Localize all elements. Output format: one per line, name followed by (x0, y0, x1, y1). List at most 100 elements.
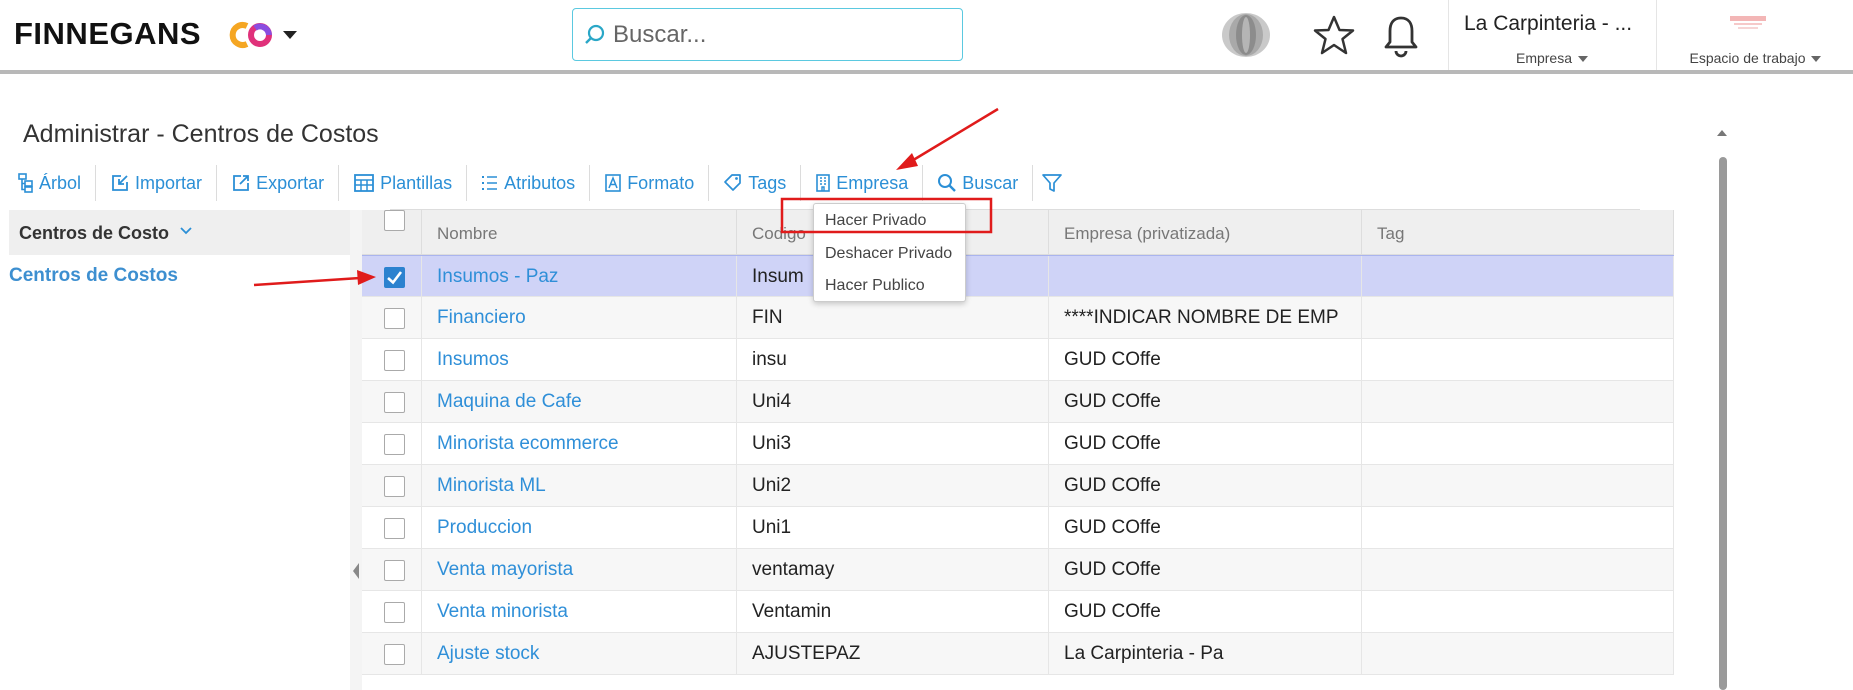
caret-down-icon (1578, 56, 1589, 63)
row-checkbox-cell (362, 339, 422, 381)
row-checkbox[interactable] (384, 267, 405, 288)
logo-dropdown-icon[interactable] (283, 31, 297, 39)
cell-nombre[interactable]: Venta mayorista (422, 549, 737, 591)
table-row[interactable]: Insumos insu GUD COffe (362, 339, 1674, 381)
toolbar-tags-button[interactable]: Tags (709, 165, 802, 201)
row-checkbox[interactable] (384, 476, 405, 497)
table-row[interactable]: Minorista ML Uni2 GUD COffe (362, 465, 1674, 507)
table-row[interactable]: Produccion Uni1 GUD COffe (362, 507, 1674, 549)
cell-nombre[interactable]: Minorista ML (422, 465, 737, 507)
company-name: La Carpinteria - ... (1464, 12, 1633, 35)
workspace-selector[interactable]: Espacio de trabajo (1658, 0, 1853, 70)
cell-empresa: GUD COffe (1049, 381, 1362, 423)
menu-item-hacer-privado[interactable]: Hacer Privado (825, 212, 926, 230)
toolbar-exportar-button[interactable]: Exportar (217, 165, 340, 201)
cell-empresa (1049, 256, 1362, 298)
cell-tag (1362, 297, 1674, 339)
row-checkbox[interactable] (384, 560, 405, 581)
list-icon (482, 176, 498, 190)
column-header-tag[interactable]: Tag (1362, 210, 1674, 255)
toolbar-empresa-button[interactable]: Empresa (801, 165, 924, 201)
tree-header[interactable]: Centros de Costo (9, 210, 364, 255)
row-checkbox[interactable] (384, 602, 405, 623)
empresa-dropdown-menu: Hacer Privado Deshacer Privado Hacer Pub… (813, 203, 966, 302)
cell-empresa: GUD COffe (1049, 423, 1362, 465)
collapse-arrow-icon[interactable] (353, 563, 359, 579)
toolbar-importar-button[interactable]: Importar (96, 165, 218, 201)
cell-nombre[interactable]: Financiero (422, 297, 737, 339)
cell-codigo: Uni1 (737, 507, 1049, 549)
menu-item-deshacer-privado[interactable]: Deshacer Privado (825, 245, 952, 263)
cell-codigo: AJUSTEPAZ (737, 633, 1049, 675)
row-checkbox-cell (362, 297, 422, 339)
toolbar-atributos-button[interactable]: Atributos (467, 165, 591, 201)
cell-nombre[interactable]: Insumos (422, 339, 737, 381)
cell-nombre[interactable]: Insumos - Paz (422, 256, 737, 298)
search-icon (938, 174, 957, 192)
cell-codigo: ventamay (737, 549, 1049, 591)
filter-icon (1042, 174, 1063, 192)
row-checkbox-cell (362, 423, 422, 465)
cell-tag (1362, 591, 1674, 633)
row-checkbox[interactable] (384, 518, 405, 539)
toolbar-plantillas-button[interactable]: Plantillas (339, 165, 468, 201)
cell-empresa: GUD COffe (1049, 339, 1362, 381)
cell-nombre[interactable]: Venta minorista (422, 591, 737, 633)
row-checkbox[interactable] (384, 392, 405, 413)
table-row[interactable]: Maquina de Cafe Uni4 GUD COffe (362, 381, 1674, 423)
cell-codigo: Uni4 (737, 381, 1049, 423)
cell-tag (1362, 423, 1674, 465)
toolbar-buscar-button[interactable]: Buscar (923, 165, 1034, 201)
cell-empresa: ****INDICAR NOMBRE DE EMP (1049, 297, 1362, 339)
table-row[interactable]: Minorista ecommerce Uni3 GUD COffe (362, 423, 1674, 465)
row-checkbox[interactable] (384, 350, 405, 371)
cell-codigo: Ventamin (737, 591, 1049, 633)
column-header-empresa[interactable]: Empresa (privatizada) (1049, 210, 1362, 255)
toolbar-filter-button[interactable] (1033, 165, 1071, 201)
cell-tag (1362, 465, 1674, 507)
toolbar: Árbol Importar Exportar Plantillas Atrib… (18, 165, 1071, 201)
row-checkbox[interactable] (384, 308, 405, 329)
page-title: Administrar - Centros de Costos (23, 120, 379, 148)
table-row[interactable]: Ajuste stock AJUSTEPAZ La Carpinteria - Pa (362, 633, 1674, 675)
cell-tag (1362, 507, 1674, 549)
column-header-nombre[interactable]: Nombre (422, 210, 737, 255)
toolbar-arbol-button[interactable]: Árbol (18, 165, 97, 201)
panel-splitter[interactable] (350, 210, 362, 690)
cell-tag (1362, 381, 1674, 423)
table-row[interactable]: Venta mayorista ventamay GUD COffe (362, 549, 1674, 591)
template-icon (354, 174, 374, 192)
bell-icon[interactable] (1382, 14, 1420, 58)
row-checkbox-cell (362, 507, 422, 549)
table-row[interactable]: Venta minorista Ventamin GUD COffe (362, 591, 1674, 633)
star-icon[interactable] (1312, 14, 1356, 56)
page-scroll-up-icon[interactable] (1717, 130, 1727, 136)
cell-nombre[interactable]: Maquina de Cafe (422, 381, 737, 423)
toolbar-formato-button[interactable]: Formato (590, 165, 710, 201)
cell-codigo: Uni2 (737, 465, 1049, 507)
cell-tag (1362, 339, 1674, 381)
chevron-down-icon (180, 227, 192, 235)
row-checkbox-cell (362, 256, 422, 298)
search-box[interactable] (572, 8, 963, 61)
row-checkbox-cell (362, 381, 422, 423)
company-label: Empresa (1449, 50, 1655, 66)
cell-nombre[interactable]: Produccion (422, 507, 737, 549)
tree-item-centros-de-costos[interactable]: Centros de Costos (9, 265, 178, 287)
select-all-checkbox[interactable] (384, 210, 405, 231)
page-scrollbar[interactable] (1719, 157, 1727, 690)
table-row[interactable]: Insumos - Paz Insum (362, 255, 1674, 298)
co-logo-icon[interactable] (229, 20, 273, 50)
row-checkbox[interactable] (384, 644, 405, 665)
row-checkbox[interactable] (384, 434, 405, 455)
finnegans-logo[interactable]: FINNEGANS (14, 16, 201, 52)
company-selector[interactable]: La Carpinteria - ... Empresa (1449, 0, 1655, 70)
table-row[interactable]: Financiero FIN ****INDICAR NOMBRE DE EMP (362, 297, 1674, 339)
assistant-orb-icon[interactable] (1220, 12, 1272, 58)
cell-nombre[interactable]: Minorista ecommerce (422, 423, 737, 465)
cell-codigo: Uni3 (737, 423, 1049, 465)
search-input[interactable] (613, 17, 943, 53)
cell-nombre[interactable]: Ajuste stock (422, 633, 737, 675)
tree-icon (18, 173, 33, 193)
menu-item-hacer-publico[interactable]: Hacer Publico (825, 277, 925, 295)
